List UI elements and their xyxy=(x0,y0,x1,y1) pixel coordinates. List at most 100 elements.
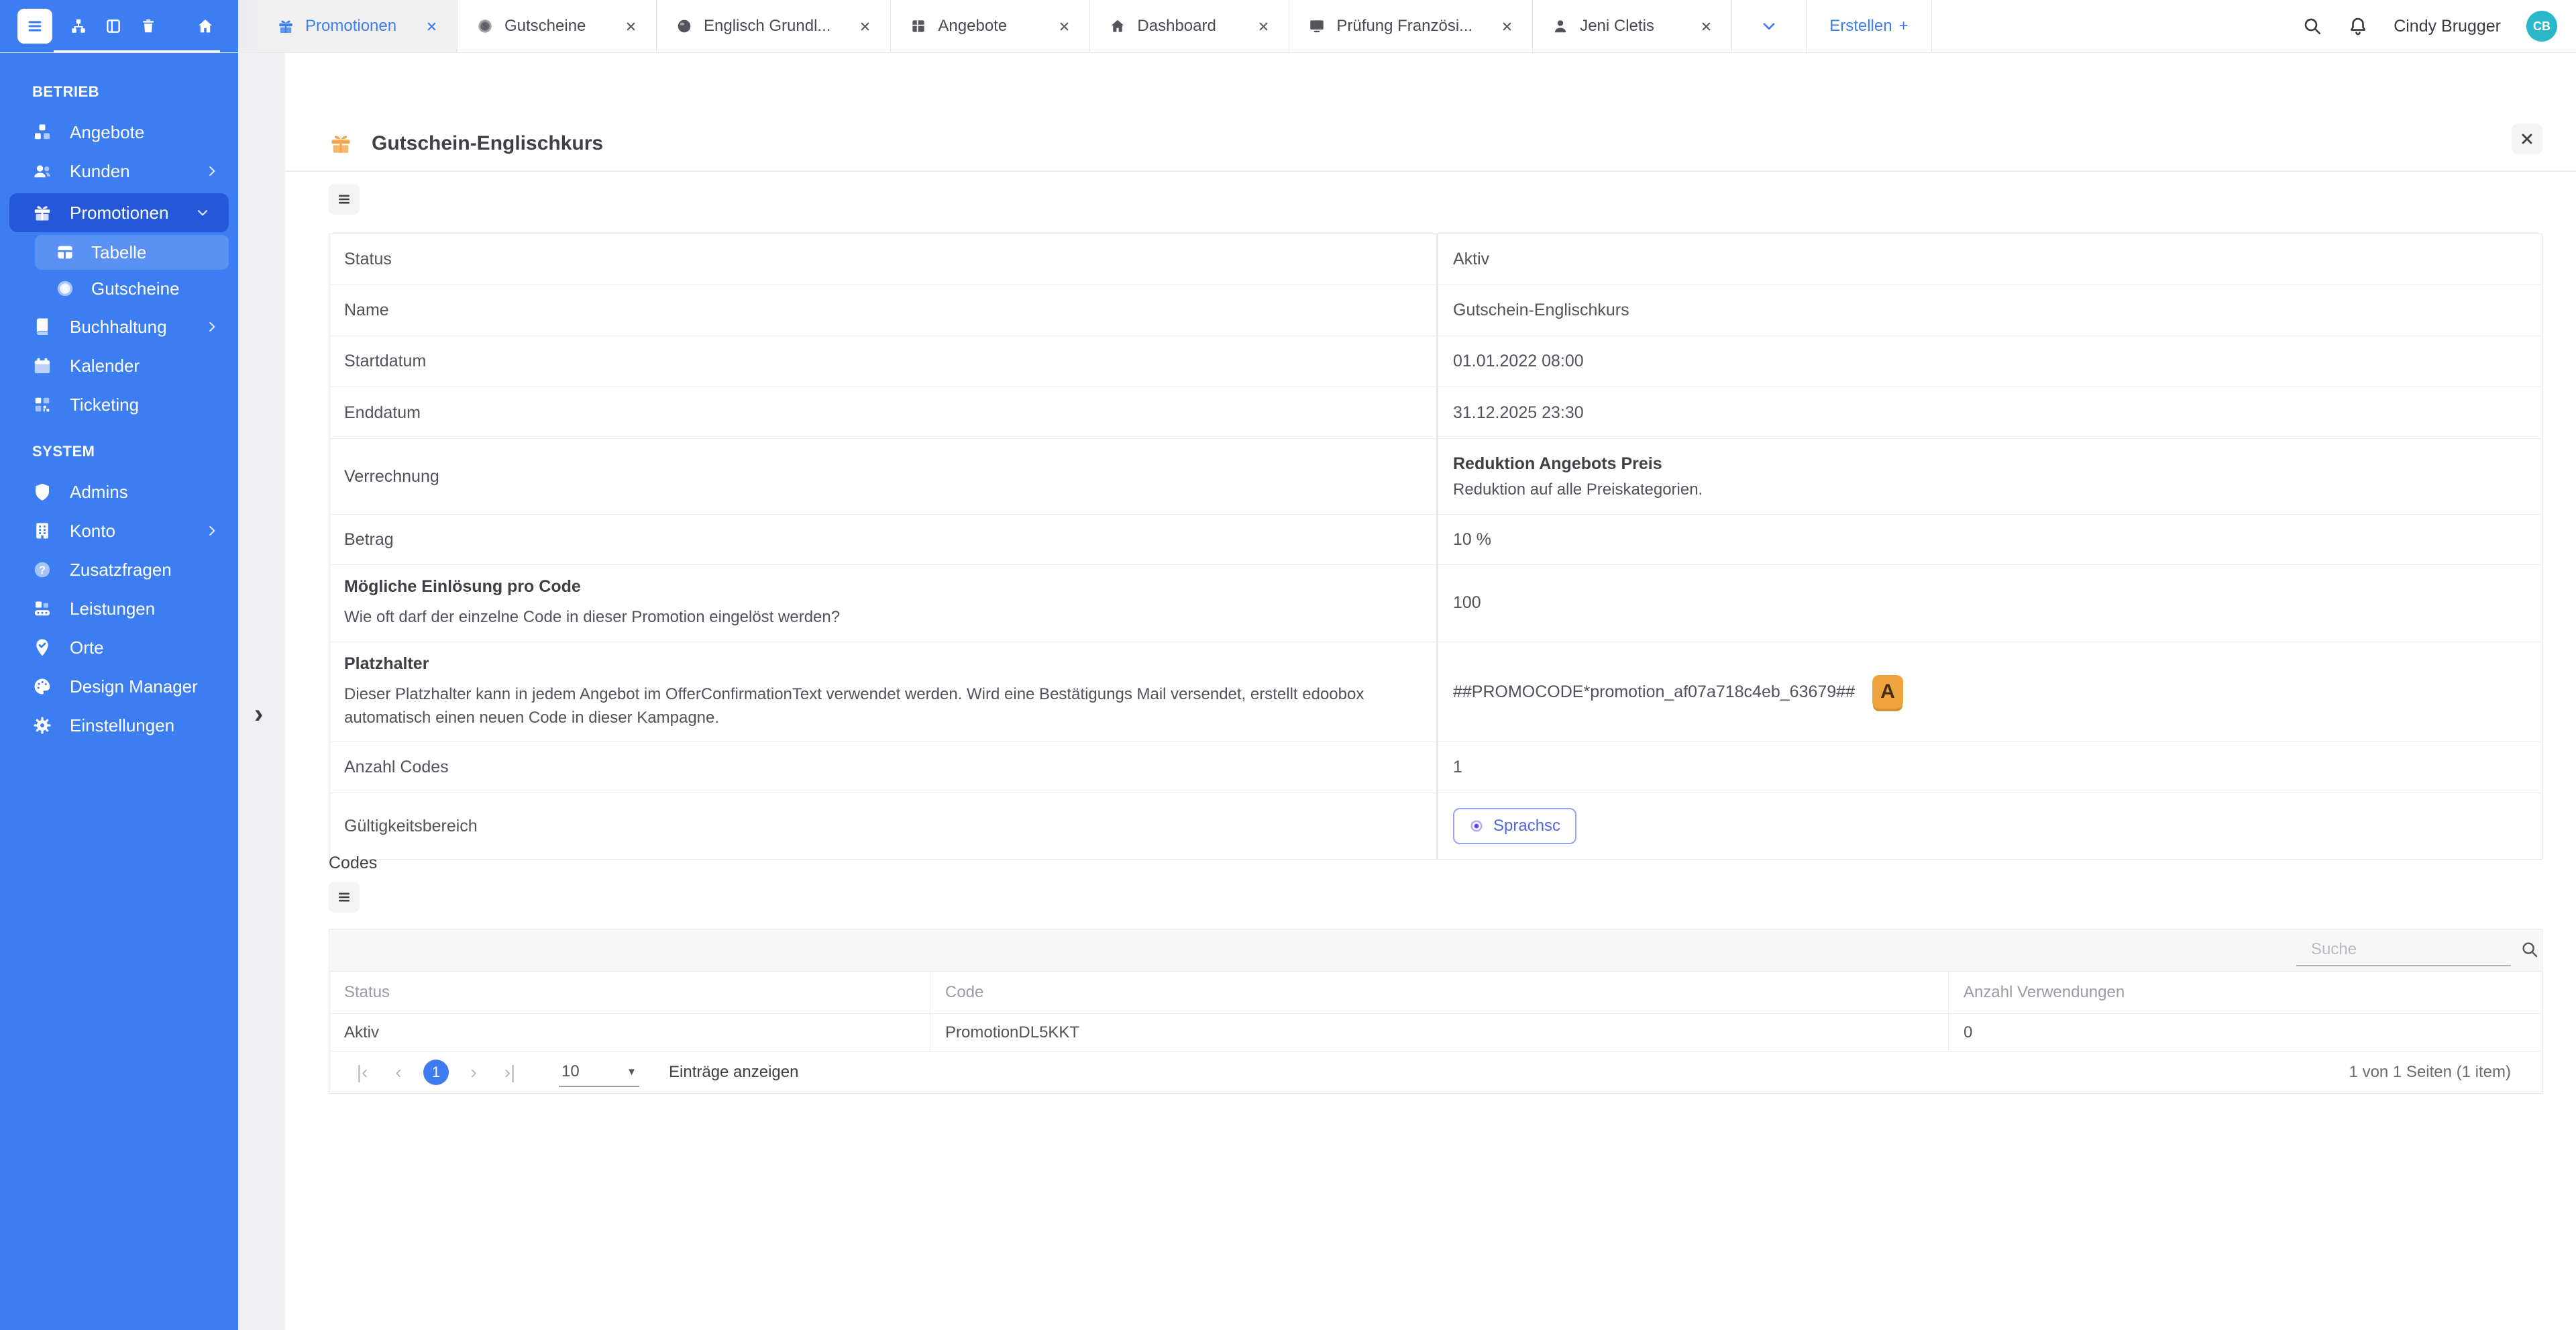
sidebar-item-admins[interactable]: Admins xyxy=(0,472,238,511)
tabs-overflow-button[interactable] xyxy=(1732,0,1807,52)
gift-icon xyxy=(32,203,52,223)
codes-menu-button[interactable] xyxy=(329,882,360,913)
detail-row-m-gliche-einl-sung-pro-code: Mögliche Einlösung pro CodeWie oft darf … xyxy=(329,565,2542,642)
tab-close-icon[interactable] xyxy=(1682,20,1713,33)
question-icon: ? xyxy=(32,560,52,580)
sidebar-item-design-manager[interactable]: Design Manager xyxy=(0,667,238,706)
screen-icon xyxy=(1308,17,1326,35)
sidebar-item-kalender[interactable]: Kalender xyxy=(0,346,238,385)
sidebar-item-zusatzfragen[interactable]: ?Zusatzfragen xyxy=(0,550,238,589)
sidebar-item-leistungen[interactable]: Leistungen xyxy=(0,589,238,628)
plus-icon: + xyxy=(1899,17,1909,36)
detail-row-platzhalter: PlatzhalterDieser Platzhalter kann in je… xyxy=(329,642,2542,743)
detail-row-anzahl-codes: Anzahl Codes 1 xyxy=(329,742,2542,793)
tab-promotionen[interactable]: Promotionen xyxy=(258,0,458,52)
create-tab-button[interactable]: Erstellen + xyxy=(1807,0,1931,52)
pagination-summary: 1 von 1 Seiten (1 item) xyxy=(2349,1063,2511,1082)
search-input[interactable] xyxy=(2296,939,2520,960)
prev-page-button[interactable]: ‹ xyxy=(387,1062,410,1083)
tab-close-icon[interactable] xyxy=(841,20,871,33)
tab-label: Angebote xyxy=(938,17,1007,36)
tab-englisch-grundl-[interactable]: Englisch Grundl... xyxy=(657,0,891,52)
sidebar-item-angebote[interactable]: Angebote xyxy=(0,113,238,152)
detail-value-cell: ##PROMOCODE*promotion_af07a718c4eb_63679… xyxy=(1436,642,2542,742)
chevron-down-icon xyxy=(1760,17,1778,35)
chip-label: Sprachsc xyxy=(1493,817,1560,835)
panel-view-button[interactable] xyxy=(105,17,122,35)
detail-menu-button[interactable] xyxy=(329,184,360,215)
detail-label-cell: Startdatum xyxy=(329,336,1436,387)
trash-icon xyxy=(140,17,157,35)
tab-gutscheine[interactable]: $ Gutscheine xyxy=(458,0,657,52)
codes-table: StatusCodeAnzahl Verwendungen AktivPromo… xyxy=(329,929,2542,1094)
tab-dashboard[interactable]: Dashboard xyxy=(1090,0,1289,52)
sidebar-section-label: SYSTEM xyxy=(32,443,238,460)
search-icon[interactable] xyxy=(2520,940,2539,959)
avatar[interactable]: CB xyxy=(2526,11,2557,42)
first-page-button[interactable]: |‹ xyxy=(351,1062,374,1083)
tab-close-icon[interactable] xyxy=(1040,20,1071,33)
coin-icon: $ xyxy=(476,17,494,35)
search-box xyxy=(2296,934,2511,966)
trash-button[interactable] xyxy=(140,17,157,35)
home-icon xyxy=(1109,17,1126,35)
close-detail-button[interactable] xyxy=(2512,123,2542,154)
detail-value: 1 xyxy=(1453,758,2528,777)
detail-label: Anzahl Codes xyxy=(344,758,1409,777)
sidebar-item-kunden[interactable]: Kunden xyxy=(0,152,238,191)
tab-close-icon[interactable] xyxy=(408,20,438,33)
sidebar-item-buchhaltung[interactable]: Buchhaltung xyxy=(0,307,238,346)
codes-column-header: Anzahl Verwendungen xyxy=(1948,972,2542,1013)
sidebar-subitem-gutscheine[interactable]: $Gutscheine xyxy=(35,271,229,306)
notifications-button[interactable] xyxy=(2348,16,2368,36)
tree-view-button[interactable] xyxy=(70,17,87,35)
header-divider xyxy=(285,170,2576,172)
sidebar-toggle-button[interactable] xyxy=(17,9,52,44)
tab-close-icon[interactable] xyxy=(1483,20,1513,33)
detail-label-cell: Anzahl Codes xyxy=(329,742,1436,792)
tab-label: Gutscheine xyxy=(504,17,586,36)
detail-label: Betrag xyxy=(344,530,1409,550)
sidebar-item-einstellungen[interactable]: Einstellungen xyxy=(0,706,238,745)
grid-icon xyxy=(910,17,927,35)
detail-value-cell: Aktiv xyxy=(1436,234,2542,285)
copy-placeholder-badge[interactable]: A xyxy=(1872,675,1903,709)
detail-label: Name xyxy=(344,301,1409,320)
home-button[interactable] xyxy=(196,17,215,36)
detail-value-cell: 100 xyxy=(1436,565,2542,642)
validity-scope-chip[interactable]: Sprachsc xyxy=(1453,808,1576,844)
tab-strip: Promotionen $ Gutscheine Englisch Grundl...… xyxy=(258,0,1732,52)
tab-close-icon[interactable] xyxy=(607,20,637,33)
sidebar-header xyxy=(0,0,238,52)
detail-value-cell: 31.12.2025 23:30 xyxy=(1436,387,2542,438)
detail-value-cell: 10 % xyxy=(1436,515,2542,564)
dropdown-arrow-icon: ▼ xyxy=(627,1066,637,1078)
tab-jeni-cletis[interactable]: Jeni Cletis xyxy=(1533,0,1732,52)
current-page-button[interactable]: 1 xyxy=(423,1060,449,1085)
sidebar-item-label: Promotionen xyxy=(70,203,168,223)
sidebar-item-orte[interactable]: Orte xyxy=(0,628,238,667)
detail-row-enddatum: Enddatum31.12.2025 23:30 xyxy=(329,387,2542,439)
sidebar-item-promotionen[interactable]: Promotionen xyxy=(9,193,229,232)
last-page-button[interactable]: ›| xyxy=(498,1062,521,1083)
codes-table-body: AktivPromotionDL5KKT0 xyxy=(329,1014,2542,1052)
tab-close-icon[interactable] xyxy=(1240,20,1270,33)
detail-description: Wie oft darf der einzelne Code in dieser… xyxy=(344,606,1409,629)
detail-row-verrechnung: VerrechnungReduktion Angebots PreisReduk… xyxy=(329,439,2542,515)
expand-panel-button[interactable]: › xyxy=(254,701,263,727)
sidebar-subitem-tabelle[interactable]: Tabelle xyxy=(35,235,229,270)
page-size-select[interactable]: 10 ▼ xyxy=(559,1058,639,1087)
radio-icon xyxy=(1469,819,1484,833)
sidebar-item-konto[interactable]: Konto xyxy=(0,511,238,550)
sidebar-item-ticketing[interactable]: Ticketing xyxy=(0,385,238,424)
tab-pr-fung-franz-si-[interactable]: Prüfung Französi... xyxy=(1289,0,1533,52)
tab-angebote[interactable]: Angebote xyxy=(891,0,1090,52)
search-button[interactable] xyxy=(2302,16,2322,36)
detail-value: 01.01.2022 08:00 xyxy=(1453,352,2528,371)
tabbar-lead xyxy=(238,0,258,52)
user-name[interactable]: Cindy Brugger xyxy=(2394,17,2501,36)
next-page-button[interactable]: › xyxy=(462,1062,485,1083)
detail-value: Gutschein-Englischkurs xyxy=(1453,301,2528,320)
palette-icon xyxy=(32,676,52,697)
codes-table-row[interactable]: AktivPromotionDL5KKT0 xyxy=(329,1014,2542,1052)
